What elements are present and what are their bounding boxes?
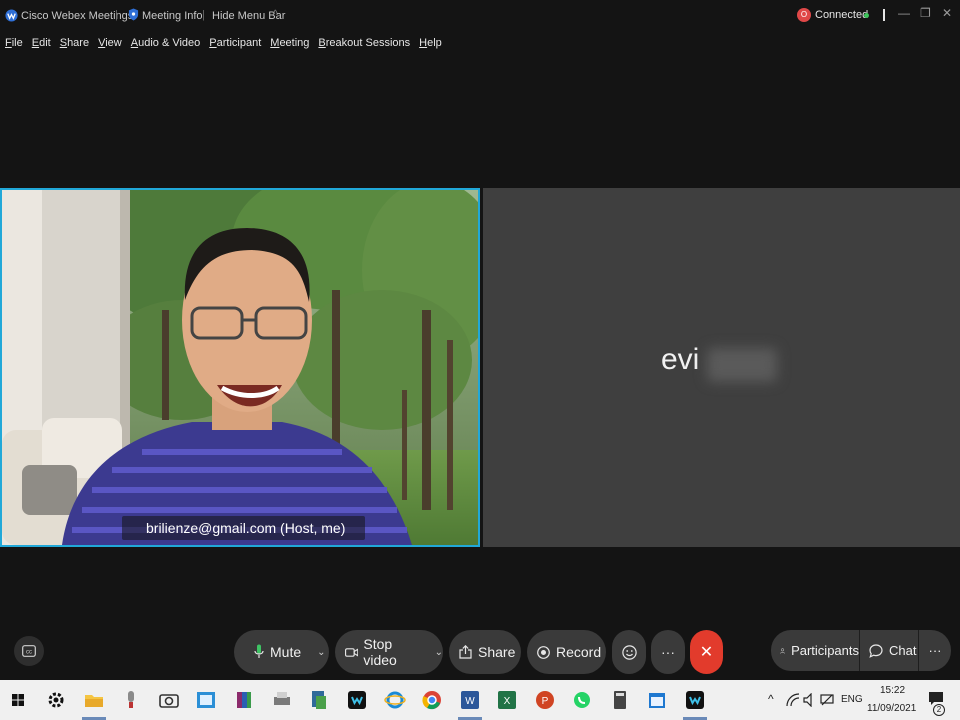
share-label: Share: [478, 644, 516, 660]
record-icon: [537, 645, 550, 659]
share-button[interactable]: Share: [449, 630, 521, 674]
closed-captions-button[interactable]: cc: [14, 636, 44, 666]
share-icon: [459, 645, 472, 659]
wifi-icon[interactable]: [786, 693, 800, 707]
reactions-button[interactable]: [612, 630, 646, 674]
webex-app-icon[interactable]: [345, 688, 369, 712]
menu-meeting[interactable]: Meeting: [270, 37, 309, 55]
self-video-tile[interactable]: brilienze@gmail.com (Host, me): [0, 188, 480, 547]
leave-meeting-button[interactable]: ✕: [690, 630, 723, 674]
more-icon: ···: [661, 644, 675, 660]
calculator-icon[interactable]: [608, 688, 632, 712]
language-indicator[interactable]: ENG: [841, 694, 863, 705]
menu-share[interactable]: Share: [60, 37, 89, 55]
title-bar: Cisco Webex Meetings | Meeting Info | Hi…: [0, 0, 960, 32]
chevron-up-icon[interactable]: ^: [273, 9, 278, 20]
internet-explorer-icon[interactable]: [383, 688, 407, 712]
microphone-icon: [254, 644, 264, 658]
webex-meetings-app-icon[interactable]: [683, 688, 707, 712]
closed-captions-icon: cc: [22, 645, 36, 657]
panel-more-button[interactable]: ···: [919, 630, 951, 671]
install-app-icon[interactable]: [307, 688, 331, 712]
video-camera-icon: [345, 647, 359, 657]
meeting-info-link[interactable]: Meeting Info: [142, 10, 203, 22]
redacted-name-blur: [707, 348, 777, 382]
chat-bubble-icon: [869, 643, 883, 658]
chrome-icon[interactable]: [420, 688, 444, 712]
close-button[interactable]: ✕: [942, 6, 952, 20]
speaker-icon[interactable]: [803, 693, 817, 707]
more-icon: ···: [928, 643, 942, 658]
recording-indicator-icon[interactable]: O: [797, 8, 811, 22]
panel-controls: Participants Chat ···: [771, 630, 951, 671]
shield-icon[interactable]: [128, 8, 139, 21]
chevron-down-icon[interactable]: ⌄: [317, 647, 325, 658]
title-divider: [883, 9, 885, 21]
svg-text:W: W: [465, 696, 475, 707]
settings-gear-icon[interactable]: [44, 688, 68, 712]
menu-participant[interactable]: Participant: [209, 37, 261, 55]
smiley-icon: [621, 644, 637, 660]
participants-label: Participants: [791, 643, 859, 658]
menu-help[interactable]: Help: [419, 37, 442, 55]
file-explorer-icon[interactable]: [82, 688, 106, 712]
windows-taskbar: W X P ^ ENG 15:22 11/09/2021 2: [0, 680, 960, 720]
minimize-button[interactable]: —: [898, 6, 910, 20]
menu-bar: File Edit Share View Audio & Video Parti…: [0, 37, 446, 55]
chevron-up-icon[interactable]: ^: [768, 692, 774, 706]
chevron-down-icon[interactable]: ⌄: [435, 647, 443, 658]
svg-text:X: X: [504, 696, 511, 707]
powerpoint-icon[interactable]: P: [533, 688, 557, 712]
printer-icon[interactable]: [270, 688, 294, 712]
mute-button[interactable]: Mute ⌄: [234, 630, 329, 674]
menu-breakout-sessions[interactable]: Breakout Sessions: [318, 37, 410, 55]
menu-file[interactable]: File: [5, 37, 23, 55]
self-video-feed: [2, 190, 478, 545]
remote-participant-name: evi: [661, 343, 700, 376]
chat-button[interactable]: Chat: [860, 630, 918, 671]
record-button[interactable]: Record: [527, 630, 606, 674]
camera-icon[interactable]: [157, 688, 181, 712]
stop-video-label: Stop video: [363, 636, 397, 668]
restore-button[interactable]: ❐: [920, 6, 931, 20]
svg-text:P: P: [542, 696, 549, 707]
word-icon[interactable]: W: [458, 688, 482, 712]
excel-icon[interactable]: X: [495, 688, 519, 712]
menu-view[interactable]: View: [98, 37, 122, 55]
display-icon[interactable]: [820, 693, 834, 707]
microphone-app-icon[interactable]: [119, 688, 143, 712]
notification-count: 2: [933, 704, 945, 716]
menu-audio-video[interactable]: Audio & Video: [131, 37, 201, 55]
mute-label: Mute: [270, 644, 302, 660]
person-icon: [780, 647, 785, 654]
webex-logo-icon: [5, 9, 18, 22]
windows-start-icon[interactable]: [6, 688, 30, 712]
menu-edit[interactable]: Edit: [32, 37, 51, 55]
title-separator: |: [115, 9, 118, 21]
record-label: Record: [556, 644, 602, 660]
participants-button[interactable]: Participants: [771, 630, 859, 671]
connected-status-dot: [864, 13, 869, 18]
calendar-icon[interactable]: [645, 688, 669, 712]
more-options-button[interactable]: ···: [651, 630, 685, 674]
close-icon: ✕: [699, 644, 714, 661]
title-separator: |: [202, 9, 205, 21]
whatsapp-icon[interactable]: [570, 688, 594, 712]
clock-date[interactable]: 11/09/2021: [867, 703, 916, 714]
photos-app-icon[interactable]: [194, 688, 218, 712]
remote-participant-tile[interactable]: evi: [483, 188, 960, 547]
chat-label: Chat: [889, 643, 917, 658]
stop-video-button[interactable]: Stop video ⌄: [335, 630, 443, 674]
winrar-icon[interactable]: [232, 688, 256, 712]
connection-status: Connected: [815, 9, 869, 21]
svg-text:cc: cc: [26, 650, 32, 656]
clock-time[interactable]: 15:22: [880, 685, 905, 696]
self-name-label: brilienze@gmail.com (Host, me): [122, 516, 366, 540]
